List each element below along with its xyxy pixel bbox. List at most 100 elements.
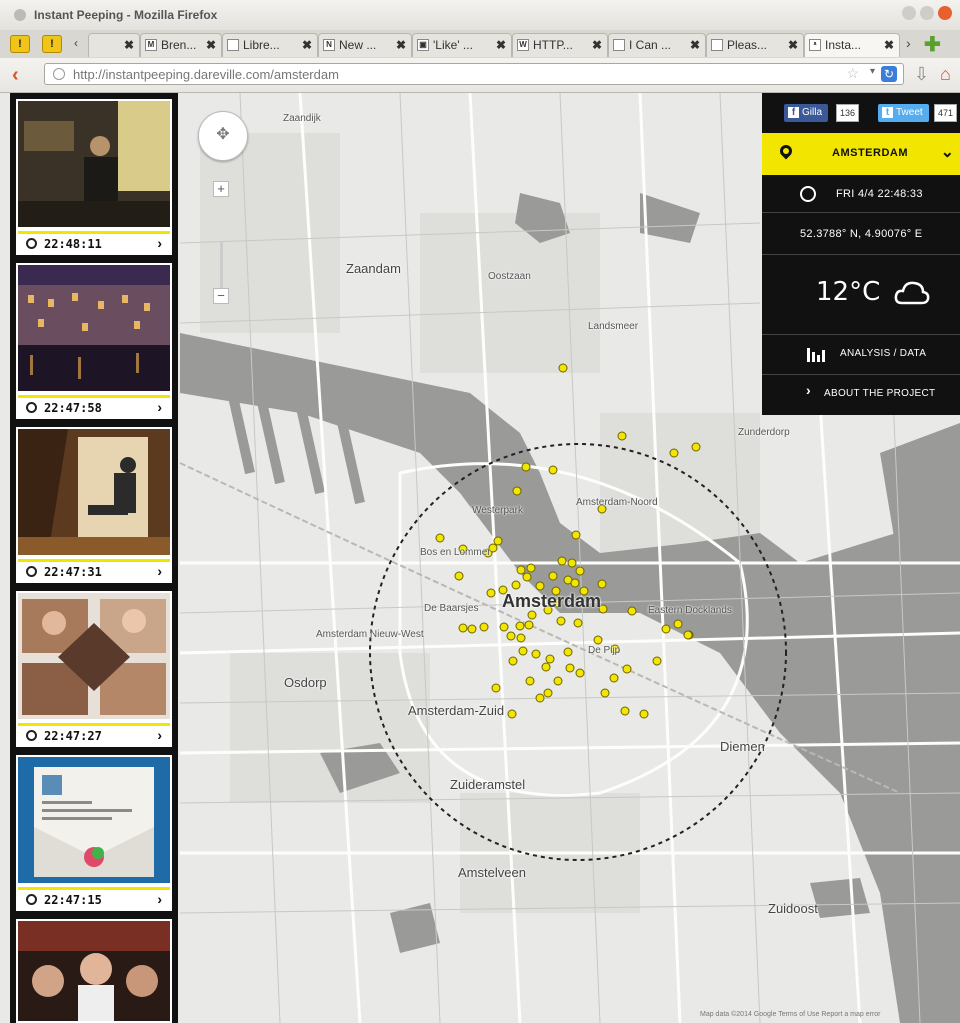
close-tab-icon[interactable]: ✖ [206,34,216,56]
photo-item[interactable]: 22:48:11 › [16,99,172,255]
photo-item[interactable] [16,919,172,1023]
photo-marker[interactable] [548,571,558,581]
photo-marker[interactable] [575,668,585,678]
photo-marker[interactable] [557,556,567,566]
photo-marker[interactable] [527,610,537,620]
tab-0[interactable]: M Bren... ✖ [140,33,222,57]
photo-marker[interactable] [435,533,445,543]
photo-marker[interactable] [609,673,619,683]
photo-marker[interactable] [683,630,693,640]
photo-marker[interactable] [593,635,603,645]
photo-marker[interactable] [661,624,671,634]
photo-marker[interactable] [627,606,637,616]
chevron-down-icon[interactable]: ⌄ [941,142,954,162]
photo-marker[interactable] [512,486,522,496]
zoom-in-button[interactable]: + [213,181,229,197]
tab-5[interactable]: I Can ... ✖ [608,33,706,57]
reload-icon[interactable]: ↻ [881,66,897,82]
close-tab-icon[interactable]: ✖ [690,34,700,56]
maximize-button[interactable] [920,6,934,20]
photo-marker[interactable] [543,688,553,698]
photo-marker[interactable] [639,709,649,719]
tab-7-active[interactable]: ᵜ Insta... ✖ [804,33,900,57]
chevron-right-icon[interactable]: › [157,235,162,251]
photo-marker[interactable] [556,616,566,626]
photo-marker[interactable] [673,619,683,629]
analysis-link[interactable]: ANALYSIS / DATA [762,335,960,375]
photo-marker[interactable] [541,662,551,672]
home-icon[interactable]: ⌂ [940,64,951,85]
tab-scroll-right-icon[interactable]: › [906,35,911,51]
tab-3[interactable]: ▣ 'Like' ... ✖ [412,33,512,57]
photo-marker[interactable] [526,563,536,573]
photo-marker[interactable] [535,581,545,591]
minimize-button[interactable] [902,6,916,20]
chevron-right-icon[interactable]: › [157,399,162,415]
chevron-down-icon[interactable]: ▾ [870,66,875,77]
photo-marker[interactable] [515,621,525,631]
download-arrow-icon[interactable]: ⇩ [914,64,929,85]
tab-collapsed[interactable]: ✖ [88,33,140,57]
tab-scroll-left-icon[interactable]: ‹ [74,36,78,50]
photo-marker[interactable] [567,558,577,568]
photo-marker[interactable] [553,676,563,686]
zoom-slider-track[interactable] [220,241,223,291]
photo-marker[interactable] [600,688,610,698]
close-window-button[interactable] [938,6,952,20]
new-tab-icon[interactable]: ✚ [924,32,941,57]
photo-marker[interactable] [545,654,555,664]
photo-marker[interactable] [508,656,518,666]
photo-marker[interactable] [558,363,568,373]
tab-4[interactable]: W HTTP... ✖ [512,33,608,57]
photo-marker[interactable] [548,465,558,475]
photo-marker[interactable] [524,620,534,630]
about-link[interactable]: › ABOUT THE PROJECT [762,375,960,415]
photo-marker[interactable] [669,448,679,458]
close-tab-icon[interactable]: ✖ [496,34,506,56]
photo-marker[interactable] [535,693,545,703]
chevron-right-icon[interactable]: › [157,727,162,743]
warning-icon[interactable]: ! [10,35,30,53]
back-arrow-icon[interactable]: ‹ [12,64,19,87]
zoom-out-button[interactable]: − [213,288,229,304]
close-tab-icon[interactable]: ✖ [302,34,312,56]
photo-marker[interactable] [531,649,541,659]
photo-marker[interactable] [597,579,607,589]
photo-item[interactable]: 22:47:31 › [16,427,172,583]
close-tab-icon[interactable]: ✖ [884,34,894,56]
photo-marker[interactable] [516,633,526,643]
photo-marker[interactable] [521,462,531,472]
city-selector[interactable]: AMSTERDAM ⌄ [762,133,960,175]
photo-marker[interactable] [565,663,575,673]
warning-icon[interactable]: ! [42,35,62,53]
chevron-right-icon[interactable]: › [157,891,162,907]
url-bar[interactable]: ☆ ▾ ↻ [44,63,904,85]
photo-marker[interactable] [506,631,516,641]
photo-marker[interactable] [486,588,496,598]
chevron-right-icon[interactable]: › [157,563,162,579]
photo-marker[interactable] [491,683,501,693]
photo-item[interactable]: 22:47:15 › [16,755,172,911]
close-tab-icon[interactable]: ✖ [592,34,602,56]
photo-marker[interactable] [499,622,509,632]
photo-marker[interactable] [522,572,532,582]
photo-marker[interactable] [570,578,580,588]
tab-1[interactable]: Libre... ✖ [222,33,318,57]
photo-marker[interactable] [518,646,528,656]
close-tab-icon[interactable]: ✖ [124,34,134,56]
photo-item[interactable]: 22:47:27 › [16,591,172,747]
tab-6[interactable]: Pleas... ✖ [706,33,804,57]
photo-item[interactable]: 22:47:58 › [16,263,172,419]
photo-marker[interactable] [493,536,503,546]
photo-marker[interactable] [617,431,627,441]
photo-marker[interactable] [516,565,526,575]
map-pan-control[interactable]: ✥ [198,111,248,161]
photo-marker[interactable] [652,656,662,666]
photo-marker[interactable] [454,571,464,581]
photo-marker[interactable] [571,530,581,540]
bookmark-star-icon[interactable]: ☆ [846,65,859,82]
photo-marker[interactable] [458,623,468,633]
photo-marker[interactable] [511,580,521,590]
close-tab-icon[interactable]: ✖ [396,34,406,56]
photo-marker[interactable] [691,442,701,452]
